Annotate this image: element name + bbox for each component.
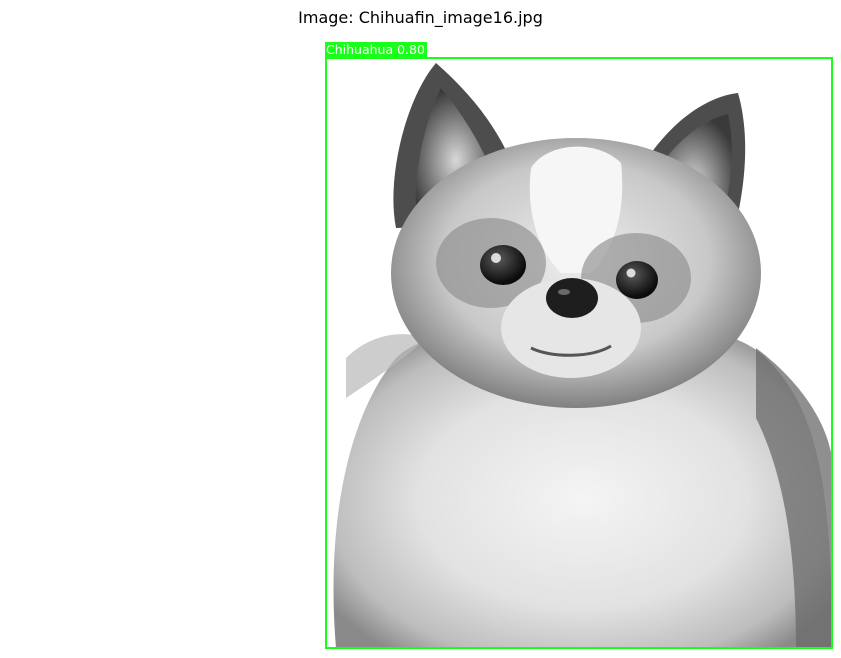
- dog-photo: [326, 58, 832, 647]
- dog-nose: [546, 278, 598, 318]
- left-eye: [480, 245, 526, 285]
- detection-label: Chihuahua 0.80: [325, 42, 427, 57]
- figure-title: Image: Chihuafin_image16.jpg: [298, 8, 543, 27]
- right-eye: [616, 261, 658, 299]
